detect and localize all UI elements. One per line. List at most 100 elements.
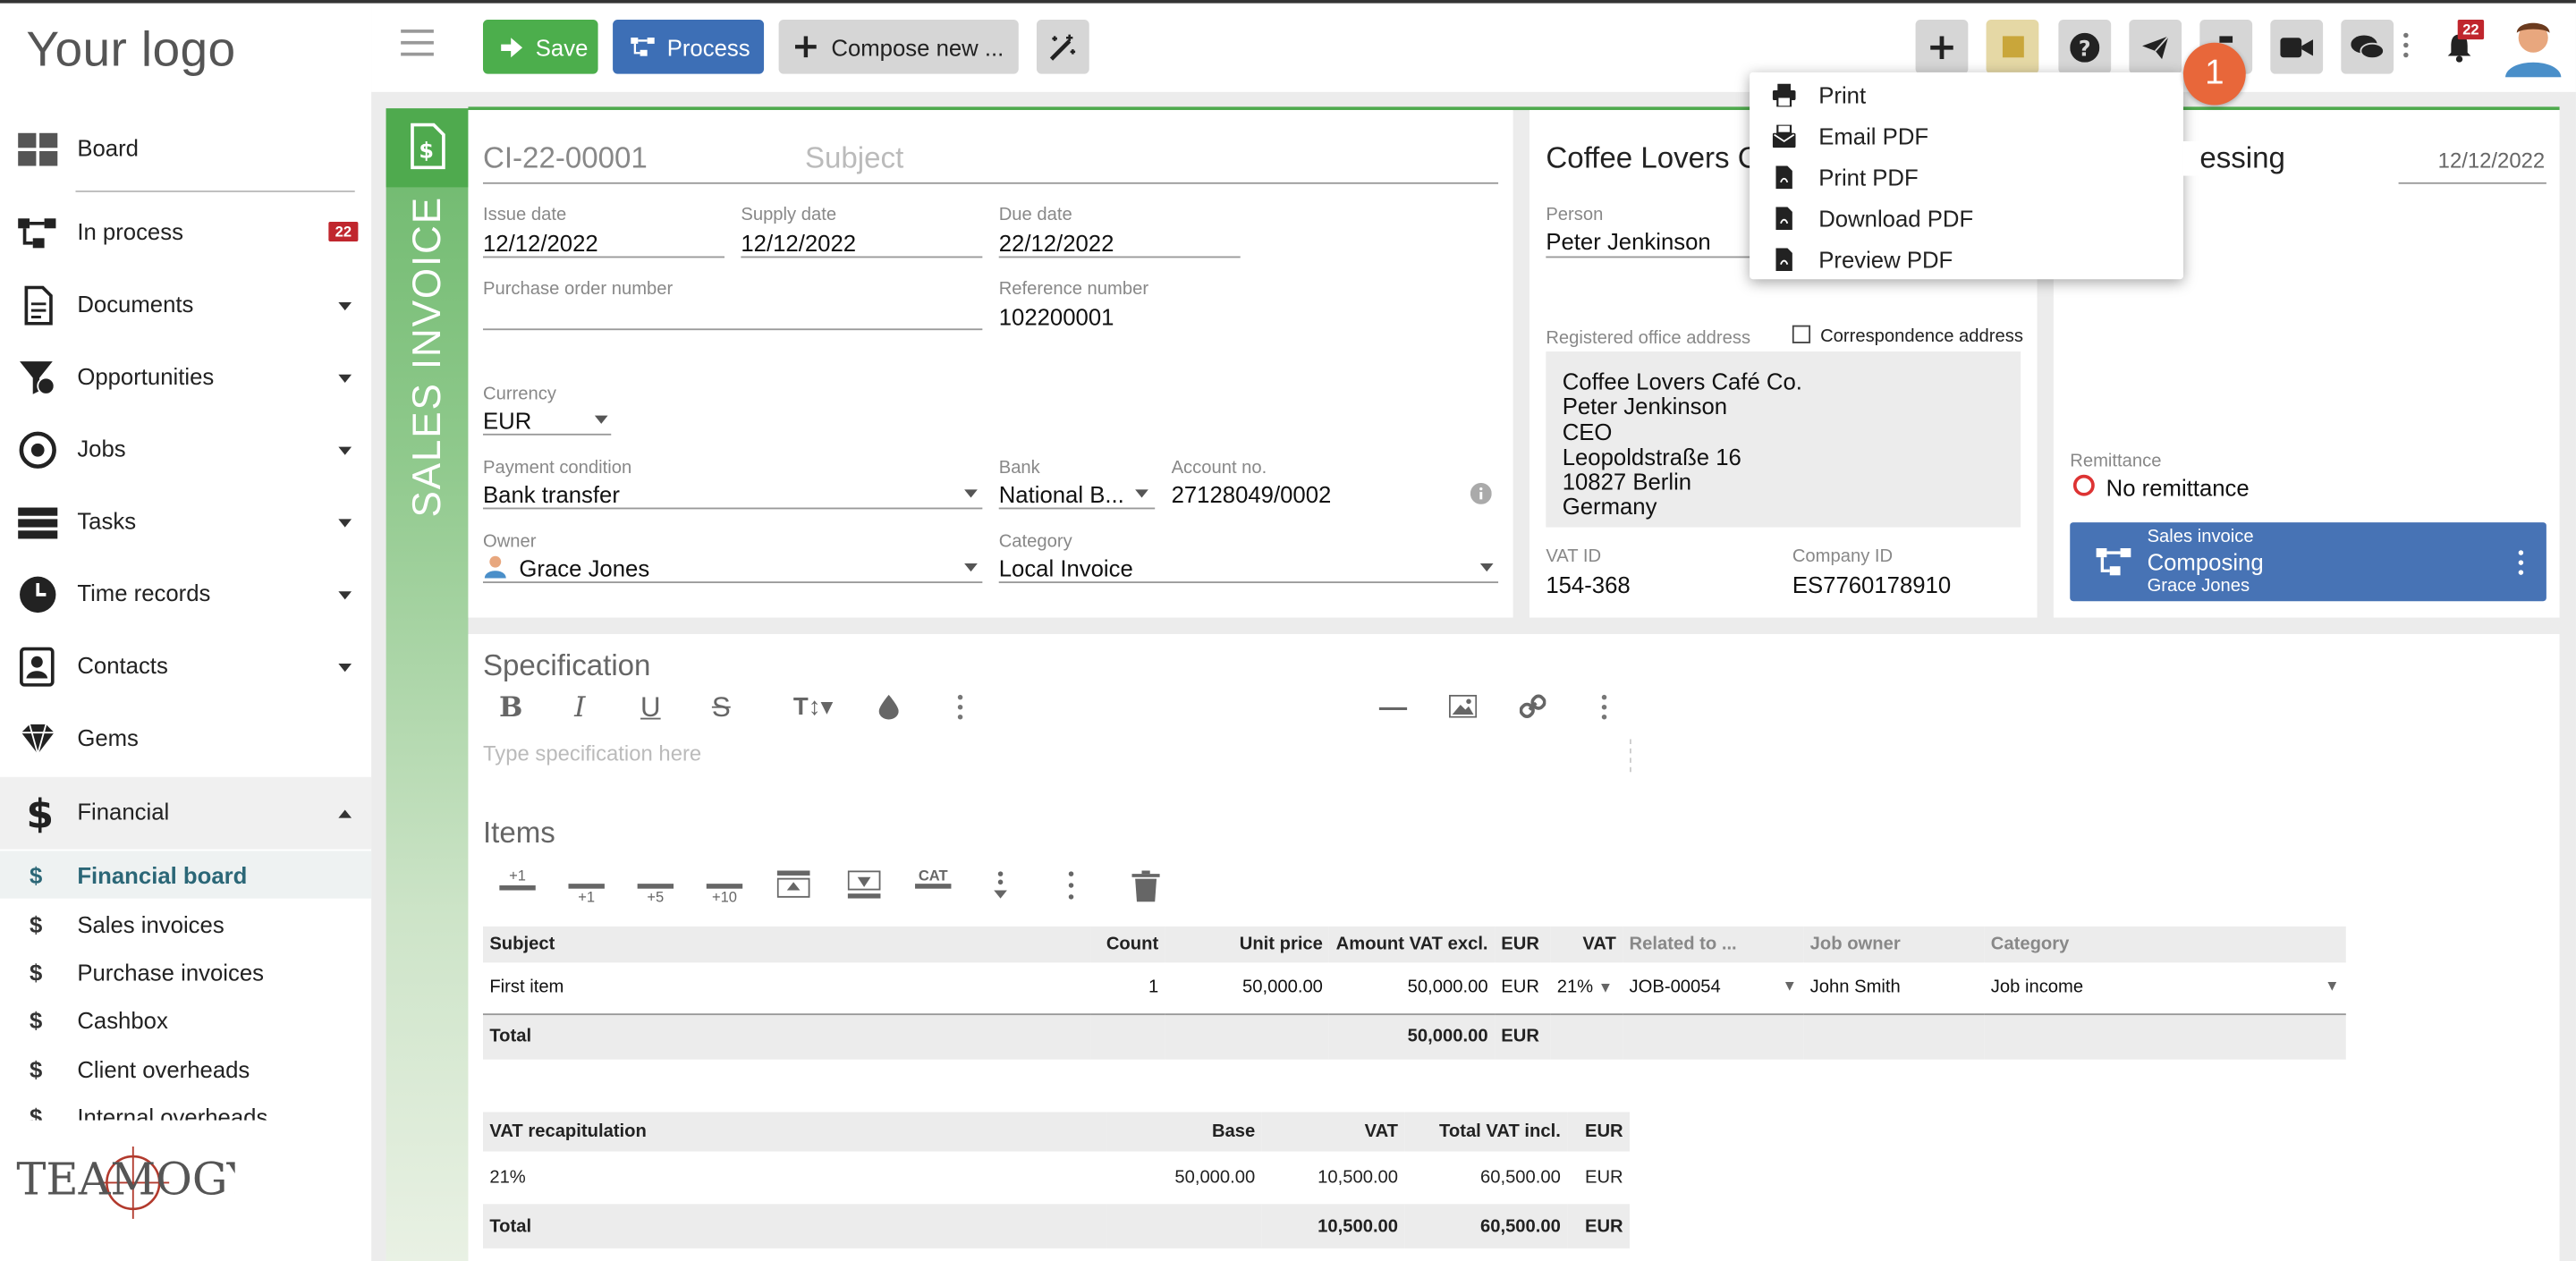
supply-date-field[interactable]: 12/12/2022 — [741, 230, 856, 256]
item-category-select[interactable]: Job income ▼ — [1984, 962, 2346, 1015]
editor-resize-handle[interactable] — [1630, 739, 1631, 773]
help-button[interactable]: ? — [2058, 20, 2112, 74]
add-ten-rows-icon[interactable]: +10 — [706, 867, 743, 905]
info-icon[interactable] — [1470, 482, 1492, 504]
reference-number-field[interactable]: 102200001 — [999, 304, 1114, 330]
chat-button[interactable] — [2341, 20, 2394, 74]
video-call-button[interactable] — [2270, 20, 2324, 74]
sidebar-subitem-financial-board[interactable]: $ Financial board — [0, 851, 372, 899]
chevron-down-icon[interactable] — [338, 519, 352, 528]
add-row-icon[interactable]: +1 — [499, 867, 536, 903]
save-button[interactable]: Save — [482, 20, 598, 74]
menu-item-download-pdf[interactable]: Download PDF — [1750, 197, 2183, 238]
sidebar-item-documents[interactable]: Documents — [0, 269, 371, 342]
more-format-icon[interactable] — [957, 694, 964, 724]
workflow-card-menu-icon[interactable] — [2518, 550, 2525, 580]
chevron-down-icon[interactable] — [1135, 489, 1148, 498]
chevron-down-icon[interactable] — [594, 415, 608, 424]
menu-item-print[interactable]: Print — [1750, 74, 2183, 115]
vat-id-field[interactable]: 154-368 — [1546, 571, 1630, 597]
chevron-down-icon[interactable] — [338, 301, 352, 311]
due-date-field[interactable]: 22/12/2022 — [999, 230, 1114, 256]
logo[interactable]: Your logo — [26, 23, 235, 79]
italic-icon[interactable]: I — [564, 691, 597, 724]
menu-item-email-pdf[interactable]: Email PDF — [1750, 115, 2183, 157]
chevron-down-icon[interactable] — [1479, 563, 1494, 572]
sticky-note-button[interactable] — [1986, 20, 2039, 74]
trash-icon[interactable] — [1131, 870, 1160, 902]
chevron-up-icon[interactable] — [338, 809, 352, 818]
owner-select[interactable]: Grace Jones — [519, 555, 649, 581]
image-icon[interactable] — [1448, 694, 1478, 718]
item-related-select[interactable]: JOB-00054 ▼ — [1623, 962, 1804, 1015]
sidebar-subitem-client-overheads[interactable]: $ Client overheads — [0, 1045, 371, 1092]
chevron-down-icon[interactable] — [964, 489, 978, 498]
item-subject[interactable]: First item — [483, 962, 1091, 1013]
item-job-owner[interactable]: John Smith — [1803, 962, 1984, 1013]
workflow-date[interactable]: 12/12/2022 — [2438, 148, 2546, 173]
hamburger-menu-icon[interactable] — [401, 30, 434, 56]
registered-office-address[interactable]: Coffee Lovers Café Co. Peter Jenkinson C… — [1546, 351, 2021, 528]
chevron-down-icon[interactable] — [338, 591, 352, 600]
chevron-down-icon[interactable] — [338, 446, 352, 455]
magic-wand-button[interactable] — [1036, 20, 1089, 74]
text-size-icon[interactable]: T↕▾ — [784, 691, 843, 721]
more-options-icon[interactable] — [2403, 32, 2410, 63]
bank-select[interactable]: National B... — [999, 481, 1124, 507]
table-row[interactable]: First item 1 50,000.00 50,000.00 EUR 21%… — [483, 962, 2346, 1015]
sidebar-subitem-purchase-invoices[interactable]: $ Purchase invoices — [0, 948, 371, 995]
expand-rows-icon[interactable] — [992, 870, 1008, 900]
account-number-field[interactable]: 27128049/0002 — [1172, 481, 1332, 507]
send-button[interactable] — [2129, 20, 2182, 74]
person-field[interactable]: Peter Jenkinson — [1546, 228, 1710, 254]
subject-input[interactable]: Subject — [805, 141, 903, 176]
expand-columns-icon[interactable] — [1063, 870, 1079, 900]
correspondence-address-checkbox[interactable] — [1792, 325, 1811, 343]
chevron-down-icon[interactable] — [338, 664, 352, 673]
menu-item-preview-pdf[interactable]: Preview PDF — [1750, 238, 2183, 279]
item-count[interactable]: 1 — [1091, 962, 1165, 1013]
item-vat-select[interactable]: 21% ▼ — [1550, 962, 1623, 1015]
issue-date-field[interactable]: 12/12/2022 — [483, 230, 598, 256]
sidebar-item-in-process[interactable]: In process 22 — [0, 197, 371, 269]
more-insert-icon[interactable] — [1601, 694, 1608, 724]
sidebar-item-opportunities[interactable]: Opportunities — [0, 342, 371, 414]
menu-item-print-pdf[interactable]: Print PDF — [1750, 156, 2183, 197]
link-icon[interactable] — [1519, 693, 1546, 719]
horizontal-rule-icon[interactable]: — — [1377, 691, 1410, 723]
add-five-rows-icon[interactable]: +5 — [637, 867, 674, 905]
category-select[interactable]: Local Invoice — [999, 555, 1133, 581]
company-id-field[interactable]: ES7760178910 — [1792, 571, 1951, 597]
specification-input[interactable]: Type specification here — [483, 741, 701, 766]
item-unit-price[interactable]: 50,000.00 — [1165, 962, 1330, 1015]
sidebar-item-tasks[interactable]: Tasks — [0, 487, 371, 559]
add-button[interactable] — [1915, 20, 1969, 74]
workflow-status-card[interactable]: Sales invoice Composing Grace Jones — [2070, 522, 2546, 602]
add-row-below-icon[interactable]: +1 — [568, 867, 605, 905]
move-row-down-icon[interactable] — [847, 870, 881, 899]
compose-new-button[interactable]: Compose new ... — [778, 20, 1019, 74]
remittance-status[interactable]: No remittance — [2106, 475, 2250, 501]
color-drop-icon[interactable] — [878, 694, 899, 720]
category-icon[interactable]: CAT — [915, 867, 952, 903]
strikethrough-icon[interactable]: S — [705, 691, 738, 723]
chevron-down-icon[interactable] — [964, 563, 978, 572]
currency-select[interactable]: EUR — [483, 408, 531, 434]
sidebar-item-gems[interactable]: Gems — [0, 703, 371, 775]
chevron-down-icon[interactable] — [338, 374, 352, 383]
sidebar-item-financial[interactable]: $ Financial — [0, 776, 372, 850]
underline-icon[interactable]: U — [634, 691, 667, 723]
sidebar-item-contacts[interactable]: Contacts — [0, 630, 371, 703]
client-name[interactable]: Coffee Lovers C — [1546, 141, 1758, 176]
move-row-up-icon[interactable] — [776, 870, 810, 898]
payment-condition-select[interactable]: Bank transfer — [483, 481, 620, 507]
user-avatar[interactable] — [2502, 15, 2564, 78]
sidebar-subitem-sales-invoices[interactable]: $ Sales invoices — [0, 901, 371, 948]
sidebar-item-jobs[interactable]: Jobs — [0, 414, 371, 487]
sidebar-item-time-records[interactable]: Time records — [0, 558, 371, 630]
process-button[interactable]: Process — [613, 20, 765, 74]
sidebar-item-board[interactable]: Board — [0, 114, 371, 186]
bold-icon[interactable]: B — [495, 691, 528, 724]
sidebar-subitem-cashbox[interactable]: $ Cashbox — [0, 995, 371, 1043]
document-number[interactable]: CI-22-00001 — [483, 141, 648, 176]
